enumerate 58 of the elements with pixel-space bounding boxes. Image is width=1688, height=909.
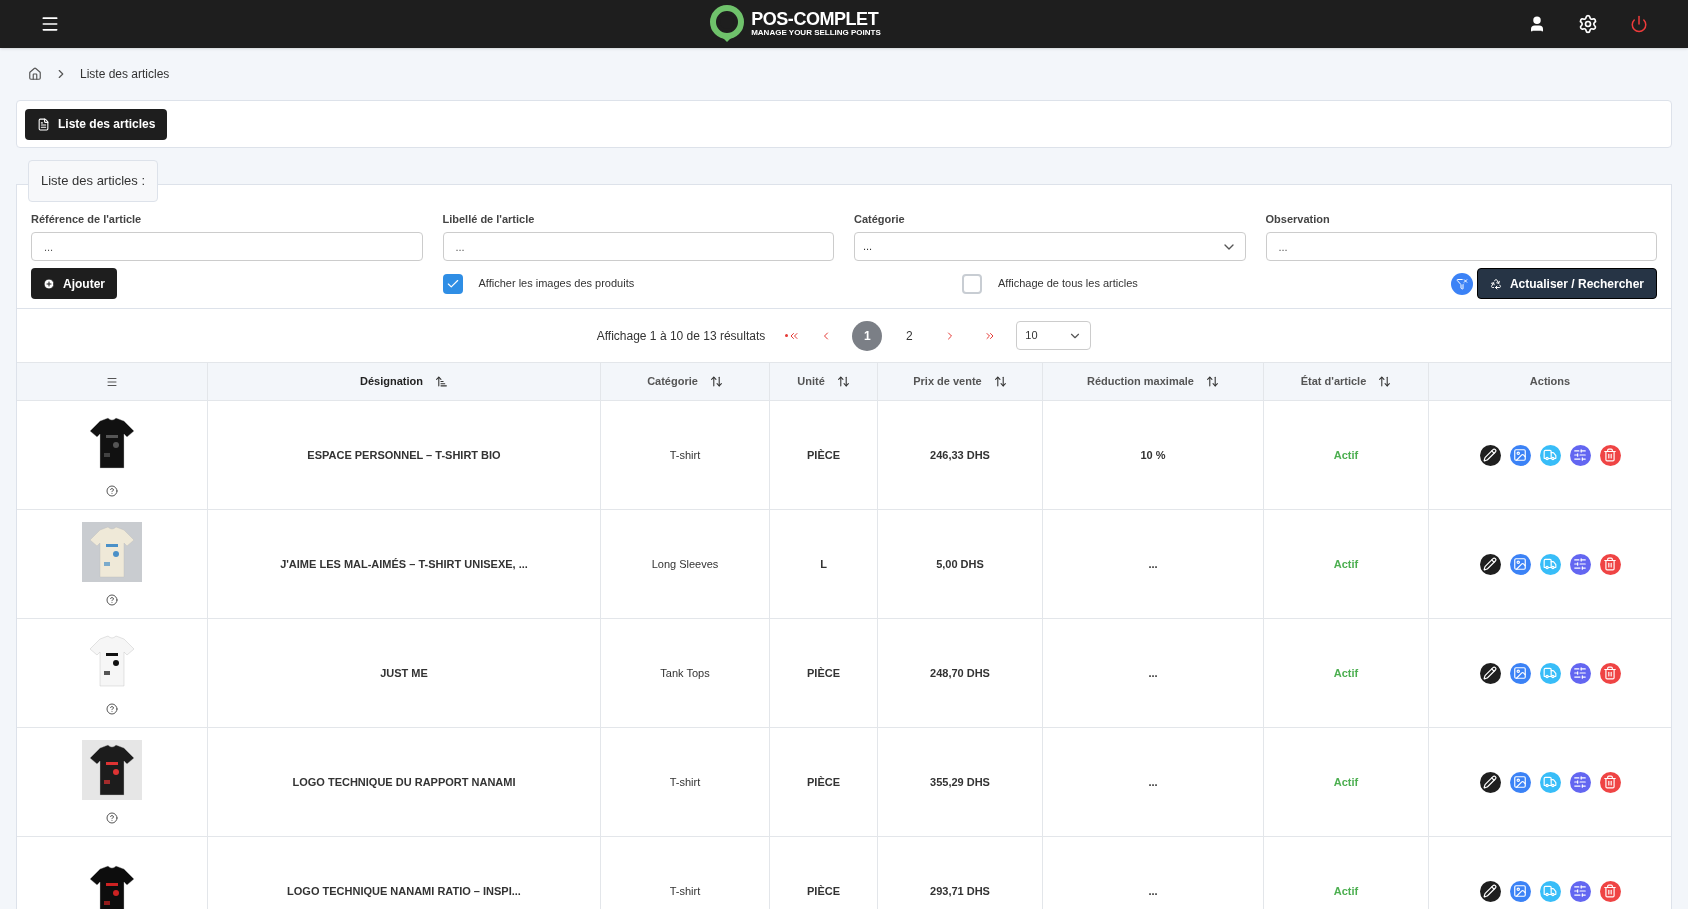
column-header[interactable]: Unité — [770, 363, 878, 400]
table-cell-text: 248,70 DHS — [930, 665, 990, 681]
table-cell-text: 293,71 DHS — [930, 883, 990, 899]
table-cell-text: T-shirt — [669, 883, 701, 899]
field-label: Référence de l'article — [31, 211, 143, 227]
table-cell-text: 246,33 DHS — [930, 447, 990, 463]
status-text: Actif — [1333, 665, 1359, 681]
field-label: Libellé de l'article — [442, 211, 536, 227]
column-header[interactable]: État d'article — [1264, 363, 1429, 400]
table-cell-text: L — [820, 556, 827, 572]
status-text: Actif — [1333, 774, 1359, 790]
table-cell-text: JUST ME — [380, 665, 428, 681]
column-header[interactable]: Catégorie — [601, 363, 770, 400]
table-cell-text: ... — [1148, 883, 1158, 899]
table-cell-text: Tank Tops — [660, 665, 710, 681]
status-text: Actif — [1333, 883, 1359, 899]
table-cell-text: ... — [1148, 556, 1158, 572]
table-cell-text: LOGO TECHNIQUE DU RAPPORT NANAMI — [292, 774, 516, 790]
table-cell-text: T-shirt — [669, 447, 701, 463]
per-page-select[interactable]: 10 — [1016, 321, 1092, 350]
table-cell-text: T-shirt — [669, 774, 701, 790]
results-summary: Affichage 1 à 10 de 13 résultats — [596, 327, 766, 345]
table-cell-text: J'AIME LES MAL-AIMÉS – T-SHIRT UNISEXE, ... — [280, 556, 528, 572]
input-field[interactable]: ... — [1265, 232, 1657, 261]
input-field[interactable]: ... — [31, 232, 423, 261]
logo-text: POS-COMPLET — [751, 10, 880, 28]
page-tab[interactable]: Liste des articles — [25, 108, 168, 140]
status-text: Actif — [1333, 556, 1359, 572]
logo-tagline: MANAGE YOUR SELLING POINTS — [751, 28, 881, 38]
page-button[interactable]: 2 — [894, 320, 925, 351]
checkbox-label: Affichage de tous les articles — [998, 276, 1138, 292]
filter-legend: Liste des articles : — [28, 160, 159, 202]
field-label: Catégorie — [854, 211, 906, 227]
table-cell-text: 5,00 DHS — [936, 556, 984, 572]
breadcrumb-current: Liste des articles — [80, 66, 170, 83]
table-cell-text: PIÈCE — [807, 774, 840, 790]
column-header[interactable]: Réduction maximale — [1043, 363, 1264, 400]
table-cell-text: 10 % — [1140, 447, 1166, 463]
table-cell-text: Long Sleeves — [651, 556, 719, 572]
column-header[interactable]: Désignation — [208, 363, 601, 400]
page-button[interactable]: 1 — [852, 320, 883, 351]
table-cell-text: LOGO TECHNIQUE NANAMI RATIO – INSPI... — [287, 883, 521, 899]
table-cell-text: ESPACE PERSONNEL – T-SHIRT BIO — [307, 447, 501, 463]
table-cell-text: ... — [1148, 665, 1158, 681]
table-cell-text: PIÈCE — [807, 447, 840, 463]
column-header[interactable]: Prix de vente — [878, 363, 1043, 400]
column-header[interactable]: Actions — [1429, 363, 1671, 400]
field-label: Observation — [1265, 211, 1331, 227]
checkbox-label: Afficher les images des produits — [478, 276, 635, 292]
category-select[interactable]: ... — [854, 232, 1246, 261]
input-field[interactable]: ... — [442, 232, 834, 261]
search-button[interactable]: Actualiser / Rechercher — [1476, 268, 1657, 299]
table-cell-text: 355,29 DHS — [930, 774, 990, 790]
table-cell-text: PIÈCE — [807, 665, 840, 681]
add-button[interactable]: Ajouter — [31, 268, 117, 299]
status-text: Actif — [1333, 447, 1359, 463]
table-cell-text: PIÈCE — [807, 883, 840, 899]
table-cell-text: ... — [1148, 774, 1158, 790]
